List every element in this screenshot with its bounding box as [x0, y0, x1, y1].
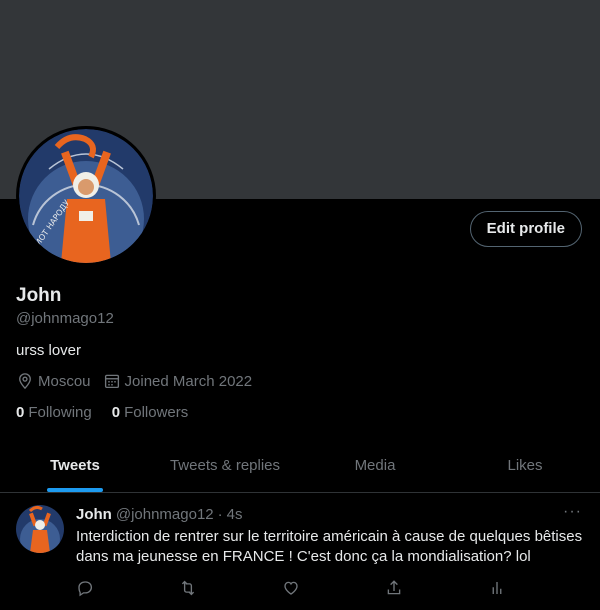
tab-tweets-label: Tweets: [50, 456, 100, 474]
tweet-text: Interdiction de rentrer sur le territoir…: [76, 528, 583, 565]
profile-meta: Moscou Joined March 2022: [16, 372, 264, 390]
follow-stats: 0 Following 0 Followers: [16, 404, 208, 421]
profile-handle: @johnmago12: [16, 310, 114, 327]
tab-likes-label: Likes: [507, 456, 543, 474]
active-tab-indicator: [47, 488, 103, 492]
following-label: Following: [28, 404, 92, 421]
profile-avatar[interactable]: ИОТ НАРОДУ: [16, 126, 156, 266]
tab-likes[interactable]: Likes: [450, 438, 600, 492]
tweet-timestamp[interactable]: 4s: [227, 506, 243, 523]
tab-tweets[interactable]: Tweets: [0, 438, 150, 492]
like-icon[interactable]: [282, 579, 300, 597]
profile-joined: Joined March 2022: [103, 372, 253, 390]
more-options-icon[interactable]: ···: [563, 503, 582, 521]
profile-bio: urss lover: [16, 342, 82, 359]
tab-media-label: Media: [354, 456, 396, 474]
profile-page: ИОТ НАРОДУ Edit profile John @johnmago12…: [0, 0, 600, 610]
tab-tweets-and-replies-label: Tweets & replies: [169, 456, 281, 474]
tweet-actions: [76, 579, 506, 597]
following-link[interactable]: 0 Following: [16, 404, 92, 421]
followers-count: 0: [111, 404, 121, 421]
reply-icon[interactable]: [76, 579, 94, 597]
tweet-separator: ·: [217, 506, 223, 523]
retweet-icon[interactable]: [179, 579, 197, 597]
avatar-image: [16, 505, 64, 553]
followers-link[interactable]: 0 Followers: [112, 404, 189, 421]
location-pin-icon: [19, 373, 31, 390]
profile-name: John: [16, 285, 62, 306]
location-text: Moscou: [38, 372, 91, 390]
joined-text: Joined March 2022: [124, 372, 253, 390]
tweet-header: John @johnmago12 · 4s: [76, 506, 242, 523]
tab-media[interactable]: Media: [300, 438, 450, 492]
tab-tweets-and-replies[interactable]: Tweets & replies: [150, 438, 300, 492]
tweet-author-handle[interactable]: @johnmago12: [116, 506, 214, 523]
avatar-image: ИОТ НАРОДУ: [19, 129, 153, 263]
calendar-icon: [104, 374, 119, 389]
tweet[interactable]: John @johnmago12 · 4s ··· Interdiction d…: [0, 493, 600, 610]
profile-tabs: Tweets Tweets & replies Media Likes: [0, 438, 600, 493]
profile-location: Moscou: [16, 372, 91, 390]
followers-label: Followers: [124, 404, 189, 421]
analytics-icon[interactable]: [488, 579, 506, 597]
tweet-author-name[interactable]: John: [76, 506, 112, 523]
tweet-avatar[interactable]: [16, 505, 64, 553]
following-count: 0: [16, 404, 25, 421]
share-icon[interactable]: [385, 579, 403, 597]
edit-profile-button[interactable]: Edit profile: [469, 211, 582, 247]
